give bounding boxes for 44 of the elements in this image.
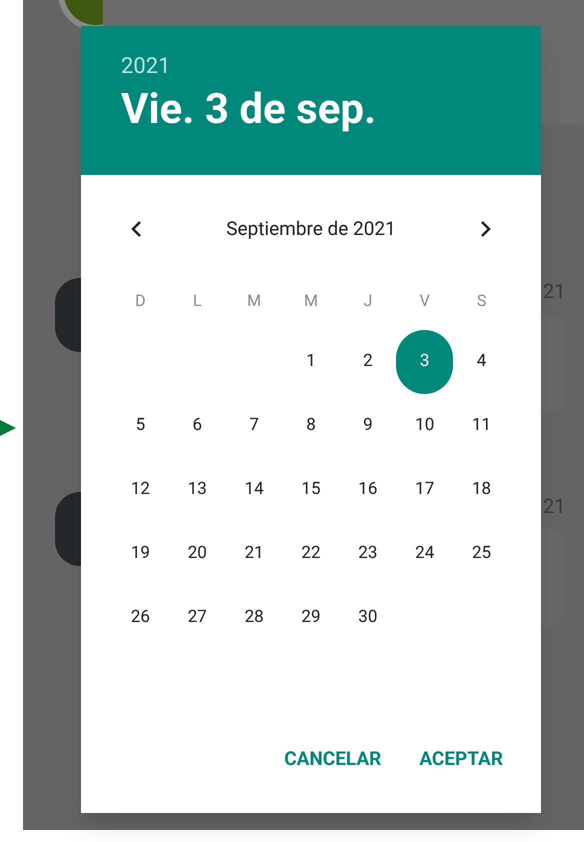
day-button[interactable]: 3 [396,330,454,394]
day-button[interactable]: 8 [290,406,331,446]
selected-date-title[interactable]: Vie. 3 de sep. [121,80,376,140]
dialog-action-button[interactable]: CANCELAR [284,740,382,777]
day-button[interactable]: 11 [462,406,502,446]
day-button[interactable]: 2 [348,342,388,382]
day-button[interactable]: 5 [120,406,160,446]
day-button[interactable]: 4 [462,342,502,382]
day-button[interactable]: 20 [177,534,218,574]
day-button[interactable]: 18 [462,470,502,510]
day-button[interactable]: 12 [120,470,160,510]
day-button[interactable]: 13 [177,470,218,510]
weekday-label: D [135,290,146,312]
day-button[interactable]: 26 [120,598,160,638]
day-button[interactable]: 24 [404,534,445,574]
day-button[interactable]: 1 [290,342,331,382]
weekday-label: J [363,290,372,312]
day-button[interactable]: 9 [348,406,388,446]
day-button[interactable]: 29 [290,598,331,638]
month-year-label: Septiembre de 2021 [226,216,396,242]
weekday-label: L [192,290,202,312]
day-button[interactable]: 21 [234,534,274,574]
day-button[interactable]: 7 [234,406,274,446]
day-button[interactable]: 22 [290,534,331,574]
weekday-label: V [420,290,430,312]
day-button[interactable]: 10 [404,406,445,446]
day-button[interactable]: 17 [404,470,445,510]
weekday-label: M [247,290,262,312]
chevron-left-icon[interactable] [129,220,143,238]
day-button[interactable]: 28 [234,598,274,638]
weekday-label: S [476,290,486,312]
day-button[interactable]: 6 [177,406,218,446]
weekday-label: M [304,290,318,312]
day-button[interactable]: 16 [348,470,388,510]
dialog-action-button[interactable]: ACEPTAR [419,740,503,777]
day-button[interactable]: 25 [462,534,502,574]
day-button[interactable]: 30 [348,598,388,638]
chevron-right-icon[interactable] [478,220,493,238]
day-button[interactable]: 14 [234,470,274,510]
day-button[interactable]: 19 [120,534,160,574]
day-button[interactable]: 23 [348,534,388,574]
day-button[interactable]: 15 [290,470,331,510]
pointer-arrow-icon [0,420,16,436]
day-button[interactable]: 27 [177,598,218,638]
